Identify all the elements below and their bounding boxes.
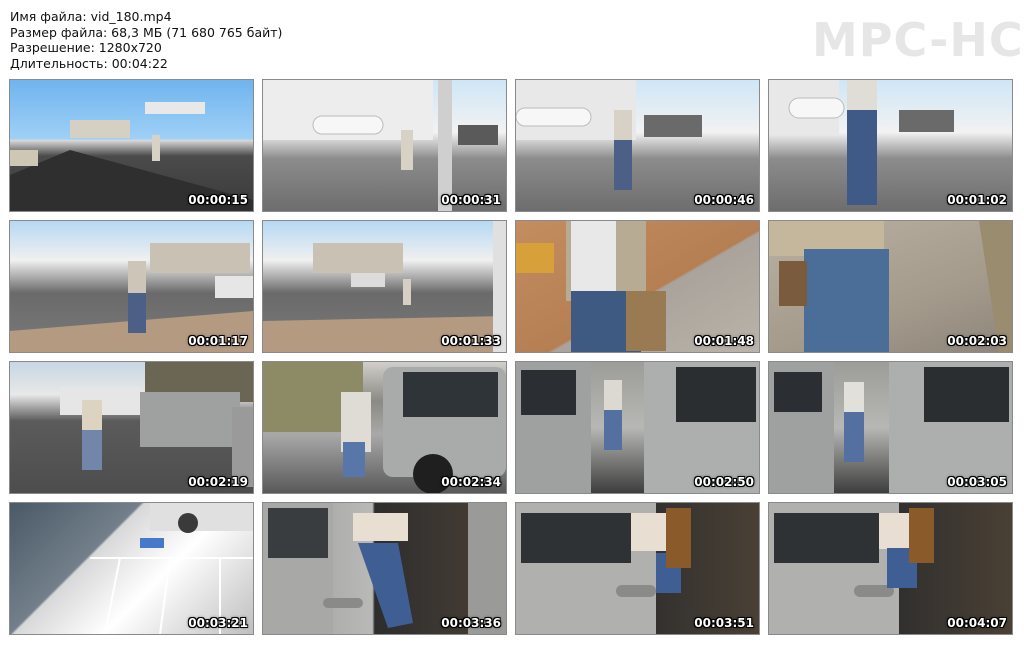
thumbnail-image xyxy=(10,221,253,352)
thumbnail-14: 00:03:36 xyxy=(262,502,507,635)
thumbnail-16: 00:04:07 xyxy=(768,502,1013,635)
thumbnail-image xyxy=(263,80,506,211)
thumbnail-5: 00:01:17 xyxy=(9,220,254,353)
thumbnail-image xyxy=(516,80,759,211)
timestamp: 00:04:07 xyxy=(947,616,1007,630)
file-size-text: Размер файла: 68,3 МБ (71 680 765 байт) xyxy=(10,24,283,40)
thumbnail-12: 00:03:05 xyxy=(768,361,1013,494)
resolution-text: Разрешение: 1280x720 xyxy=(10,40,162,55)
thumbnail-image xyxy=(10,503,253,634)
timestamp: 00:03:21 xyxy=(188,616,248,630)
thumbnail-image xyxy=(516,503,759,634)
thumbnail-8: 00:02:03 xyxy=(768,220,1013,353)
thumbnail-image xyxy=(263,503,506,634)
thumbnail-1: 00:00:15 xyxy=(9,79,254,212)
mpc-hc-logo: MPC-HC xyxy=(812,13,1024,67)
timestamp: 00:01:17 xyxy=(188,334,248,348)
thumbnail-2: 00:00:31 xyxy=(262,79,507,212)
thumbnail-image xyxy=(263,362,506,493)
file-info: Имя файла: vid_180.mp4 Размер файла: 68,… xyxy=(10,9,282,71)
timestamp: 00:01:33 xyxy=(441,334,501,348)
thumbnail-15: 00:03:51 xyxy=(515,502,760,635)
thumbnail-image xyxy=(769,362,1012,493)
thumbnail-grid: 00:00:15 00:00:31 00:00:46 00:01:02 00:0… xyxy=(9,79,1013,635)
thumbnail-10: 00:02:34 xyxy=(262,361,507,494)
thumbnail-13: 00:03:21 xyxy=(9,502,254,635)
thumbnail-7: 00:01:48 xyxy=(515,220,760,353)
thumbnail-3: 00:00:46 xyxy=(515,79,760,212)
duration-text: Длительность: 00:04:22 xyxy=(10,55,168,71)
thumbnail-image xyxy=(516,362,759,493)
file-name-text: Имя файла: vid_180.mp4 xyxy=(10,9,172,24)
timestamp: 00:01:02 xyxy=(947,193,1007,207)
thumbnail-11: 00:02:50 xyxy=(515,361,760,494)
thumbnail-image xyxy=(769,221,1012,352)
timestamp: 00:00:46 xyxy=(694,193,754,207)
thumbnail-image xyxy=(516,221,759,352)
timestamp: 00:00:31 xyxy=(441,193,501,207)
thumbnail-image xyxy=(769,503,1012,634)
timestamp: 00:01:48 xyxy=(694,334,754,348)
timestamp: 00:03:36 xyxy=(441,616,501,630)
timestamp: 00:02:19 xyxy=(188,475,248,489)
timestamp: 00:02:50 xyxy=(694,475,754,489)
timestamp: 00:03:05 xyxy=(947,475,1007,489)
thumbnail-image xyxy=(769,80,1012,211)
thumbnail-6: 00:01:33 xyxy=(262,220,507,353)
thumbnail-image xyxy=(10,362,253,493)
thumbnail-9: 00:02:19 xyxy=(9,361,254,494)
timestamp: 00:02:03 xyxy=(947,334,1007,348)
timestamp: 00:02:34 xyxy=(441,475,501,489)
thumbnail-4: 00:01:02 xyxy=(768,79,1013,212)
thumbnail-image xyxy=(263,221,506,352)
timestamp: 00:00:15 xyxy=(188,193,248,207)
thumbnail-image xyxy=(10,80,253,211)
timestamp: 00:03:51 xyxy=(694,616,754,630)
